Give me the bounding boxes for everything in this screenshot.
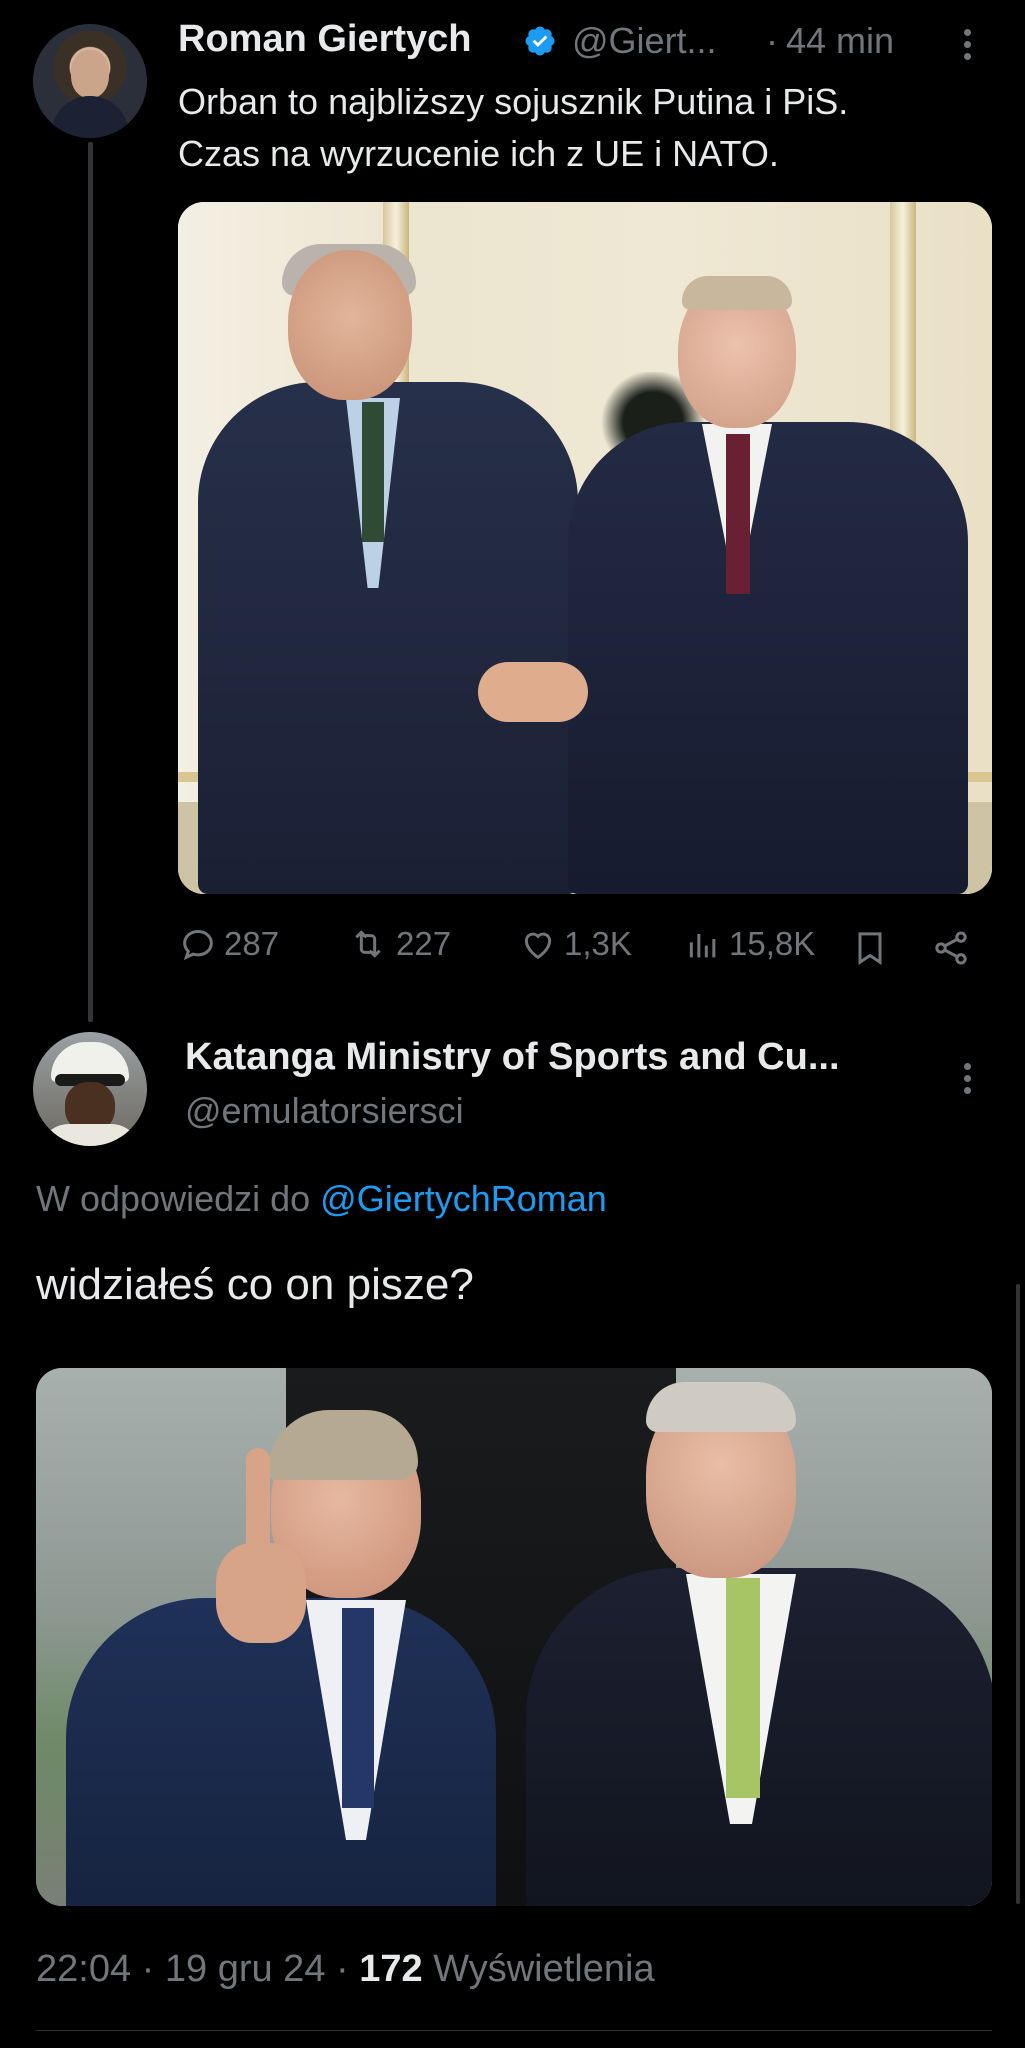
repost-icon: [355, 930, 381, 958]
replying-to-handle-link[interactable]: @GiertychRoman: [320, 1178, 607, 1219]
tweet-text: Orban to najbliższy sojusznik Putina i P…: [178, 76, 998, 180]
author-name[interactable]: Roman Giertych: [178, 18, 472, 61]
reply-photo[interactable]: [36, 1368, 992, 1906]
replying-to-line: W odpowiedzi do @GiertychRoman: [36, 1178, 607, 1220]
avatar-roman-giertych[interactable]: [33, 24, 147, 138]
reply-views-count: 172: [359, 1948, 423, 1990]
footer-separator-1: ·: [141, 1948, 155, 1990]
reply-time[interactable]: 22:04: [36, 1948, 131, 1990]
reply-text: widziałeś co on pisze?: [36, 1260, 474, 1309]
heart-icon: [524, 932, 552, 960]
reply-button[interactable]: 287: [178, 924, 279, 964]
reply-author-handle[interactable]: @emulatorsiersci: [185, 1090, 464, 1132]
time-separator: ·: [766, 20, 778, 61]
avatar-katanga-ministry[interactable]: [33, 1032, 147, 1146]
like-count: 1,3K: [564, 925, 632, 962]
scrollbar[interactable]: [1016, 1284, 1020, 1904]
tweet-time[interactable]: 44 min: [786, 20, 894, 62]
reply-date[interactable]: 19 gru 24: [165, 1948, 326, 1990]
reply-more-options-icon[interactable]: [956, 1058, 978, 1102]
reply-author-name[interactable]: Katanga Ministry of Sports and Cu...: [185, 1036, 840, 1079]
tweet-text-line-2: Czas na wyrzucenie ich z UE i NATO.: [178, 133, 779, 174]
verified-badge-icon: [525, 26, 555, 56]
author-handle[interactable]: @Giert...: [572, 20, 717, 62]
share-icon[interactable]: [930, 928, 972, 968]
tweet-text-line-1: Orban to najbliższy sojusznik Putina i P…: [178, 81, 849, 122]
bookmark-icon[interactable]: [850, 928, 890, 968]
repost-count: 227: [396, 925, 452, 962]
views-button[interactable]: 15,8K: [683, 924, 815, 964]
views-count: 15,8K: [729, 925, 816, 962]
like-button[interactable]: 1,3K: [518, 924, 632, 964]
footer-separator-2: ·: [336, 1948, 349, 1990]
tweet-photo[interactable]: [178, 202, 992, 894]
reply-icon: [183, 929, 213, 961]
replying-to-prefix: W odpowiedzi do: [36, 1178, 321, 1219]
reply-count: 287: [224, 925, 280, 962]
reply-views-label: Wyświetlenia: [433, 1948, 655, 1990]
more-options-icon[interactable]: [956, 24, 978, 68]
views-icon: [689, 934, 716, 958]
tweet-actions-bar: 287 227 1,3K 15,8K: [178, 924, 992, 972]
thread-connector-line: [88, 142, 93, 1022]
divider: [36, 2030, 992, 2031]
repost-button[interactable]: 227: [346, 924, 451, 964]
reply-timestamp-line: 22:04 · 19 gru 24 · 172 Wyświetlenia: [36, 1948, 655, 1991]
